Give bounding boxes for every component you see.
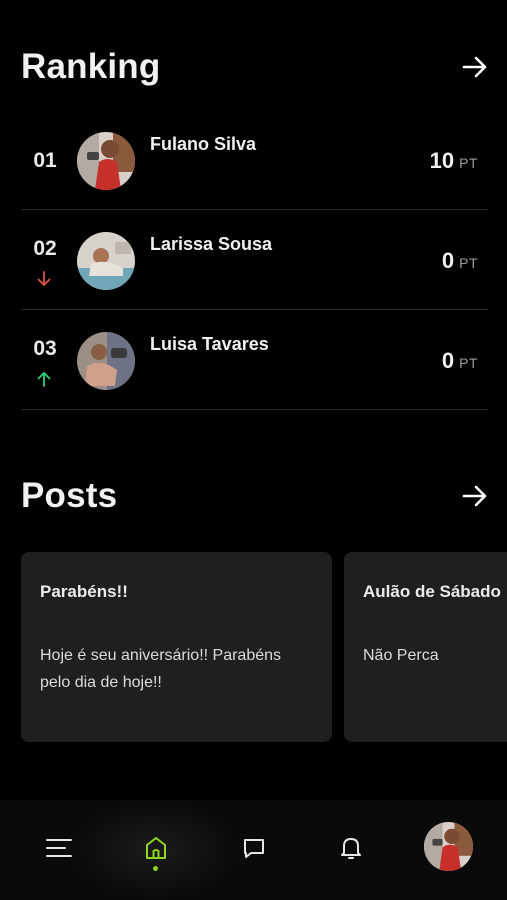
rank-name: Larissa Sousa (150, 234, 273, 254)
ranking-list: 01 Fulano Silva 10 PT 02 Larissa Sousa 0… (21, 110, 488, 410)
posts-title: Posts (21, 476, 118, 515)
rank-score: 0 PT (442, 248, 478, 274)
score-value: 0 (441, 248, 455, 273)
post-card[interactable]: Aulão de Sábado Não Perca (344, 552, 507, 742)
arrow-right-icon[interactable] (462, 483, 488, 509)
bell-icon[interactable] (336, 833, 366, 863)
home-icon[interactable] (141, 833, 171, 863)
post-card[interactable]: Parabéns!! Hoje é seu aniversário!! Para… (21, 552, 332, 742)
profile-avatar[interactable] (424, 822, 473, 871)
ranking-row[interactable]: 01 Fulano Silva 10 PT (21, 110, 488, 210)
avatar (77, 332, 135, 390)
post-title: Parabéns!! (40, 582, 128, 601)
post-title: Aulão de Sábado (363, 582, 501, 601)
avatar (77, 232, 135, 290)
score-value: 0 (441, 348, 455, 373)
score-unit: PT (459, 155, 478, 171)
rank-position: 03 (33, 337, 57, 360)
post-body: Não Perca (363, 647, 439, 664)
ranking-row[interactable]: 03 Luisa Tavares 0 PT (21, 310, 488, 410)
rank-position: 02 (33, 237, 57, 260)
active-indicator (153, 866, 158, 871)
rank-name: Luisa Tavares (150, 334, 269, 354)
posts-header: Posts (21, 476, 488, 516)
arrow-down-icon (35, 270, 53, 288)
ranking-header: Ranking (21, 47, 488, 87)
rank-score: 10 PT (430, 148, 478, 174)
chat-icon[interactable] (239, 833, 269, 863)
posts-carousel[interactable]: Parabéns!! Hoje é seu aniversário!! Para… (21, 552, 507, 742)
ranking-row[interactable]: 02 Larissa Sousa 0 PT (21, 210, 488, 310)
post-body: Hoje é seu aniversário!! Parabéns pelo d… (40, 647, 282, 691)
rank-position: 01 (33, 149, 57, 172)
menu-icon[interactable] (44, 833, 74, 863)
ranking-title: Ranking (21, 47, 161, 86)
rank-score: 0 PT (442, 348, 478, 374)
arrow-up-icon (35, 370, 53, 388)
avatar (77, 132, 135, 190)
score-value: 10 (429, 148, 455, 173)
score-unit: PT (459, 255, 478, 271)
rank-name: Fulano Silva (150, 134, 257, 154)
arrow-right-icon[interactable] (462, 54, 488, 80)
score-unit: PT (459, 355, 478, 371)
